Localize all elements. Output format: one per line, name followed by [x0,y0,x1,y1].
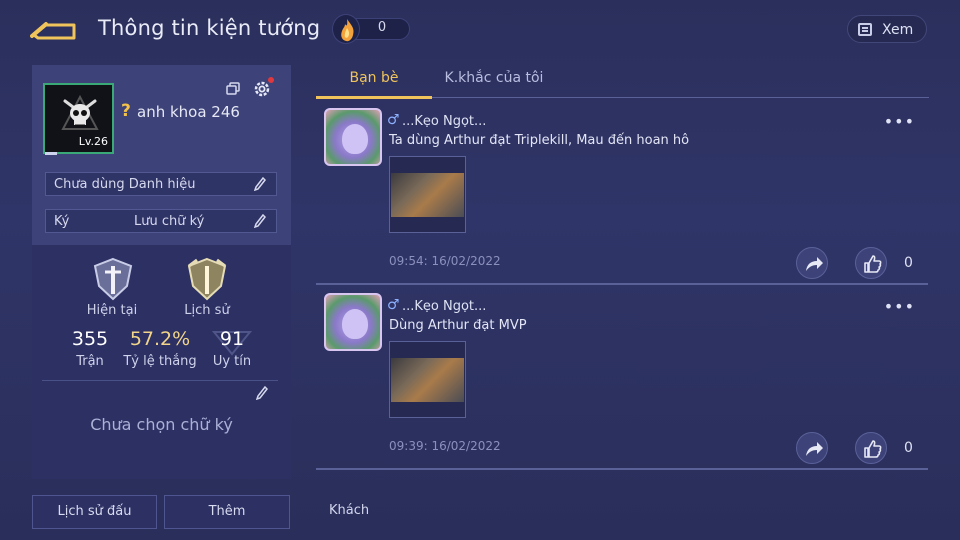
share-button[interactable] [796,247,828,279]
share-icon [806,257,823,271]
list-icon [858,23,872,36]
reputation-value: 91 [219,328,245,350]
post-timestamp: 09:39: 16/02/2022 [389,439,501,453]
back-button[interactable] [30,18,78,44]
reputation-label: Uy tín [212,354,252,369]
active-tab-indicator [316,96,432,99]
history-rank-label: Lịch sử [184,303,230,318]
post-avatar[interactable] [324,293,382,351]
post-text: Dùng Arthur đạt MVP [389,318,527,333]
matches-value: 355 [71,328,109,350]
history-rank-medal-icon[interactable] [185,256,229,302]
title-field-text: Chưa dùng Danh hiệu [54,177,196,192]
thumbs-up-icon [864,440,882,458]
tab-friends[interactable]: Bạn bè [316,70,432,98]
signature-label: Ký [54,214,70,229]
match-history-button[interactable]: Lịch sử đấu [32,495,157,529]
post-separator [316,468,928,470]
avatar[interactable]: Lv.26 [43,83,114,154]
like-count: 0 [904,440,913,456]
post-timestamp: 09:54: 16/02/2022 [389,254,501,268]
name-prefix-mark: ? [121,101,131,121]
male-icon: ♂ [387,112,400,128]
avatar-face [342,124,368,154]
post-avatar[interactable] [324,108,382,166]
signature-value: Lưu chữ ký [134,214,205,229]
title-field[interactable]: Chưa dùng Danh hiệu [45,172,277,196]
tab-divider [432,97,929,98]
current-rank-medal-icon[interactable] [91,256,135,302]
currency-value: 0 [377,20,387,35]
skull-emblem-icon [61,94,99,130]
current-rank-label: Hiện tại [86,303,138,318]
post-image[interactable] [389,156,466,233]
post-image-scene [391,173,464,217]
avatar-face [342,309,368,339]
post-text: Ta dùng Arthur đạt Triplekill, Mau đến h… [389,133,690,148]
post-image[interactable] [389,341,466,418]
post-menu-button[interactable]: ••• [884,297,915,316]
post-author[interactable]: ...Kẹo Ngọt... [402,114,486,129]
signature-placeholder: Chưa chọn chữ ký [90,415,233,434]
feed-post: ♂ ...Kẹo Ngọt... Dùng Arthur đạt MVP •••… [316,289,928,471]
copy-icon[interactable] [226,81,240,95]
view-button[interactable]: Xem [847,15,927,43]
guest-link[interactable]: Khách [329,503,369,518]
like-button[interactable] [855,432,887,464]
tab-my-moments[interactable]: K.khắc của tôi [432,70,556,98]
back-arrow-icon [30,22,76,40]
signature-field[interactable]: Ký Lưu chữ ký [45,209,277,233]
post-image-scene [391,358,464,402]
currency-display: 0 [328,14,410,44]
thumbs-up-icon [864,255,882,273]
avatar-indicator [45,152,57,155]
view-button-label: Xem [882,22,914,38]
post-menu-button[interactable]: ••• [884,112,915,131]
flame-icon [332,14,360,44]
more-button[interactable]: Thêm [164,495,290,529]
pencil-icon [254,177,266,191]
pencil-icon[interactable] [256,386,268,400]
like-button[interactable] [855,247,887,279]
level-badge: Lv.26 [78,135,108,148]
share-icon [806,442,823,456]
notification-dot [268,77,274,83]
share-button[interactable] [796,432,828,464]
win-rate-value: 57.2% [129,328,191,350]
page-title: Thông tin kiện tướng [98,16,321,40]
feed-post: ♂ ...Kẹo Ngọt... Ta dùng Arthur đạt Trip… [316,104,928,286]
post-author[interactable]: ...Kẹo Ngọt... [402,299,486,314]
like-count: 0 [904,255,913,271]
pencil-icon [254,214,266,228]
male-icon: ♂ [387,297,400,313]
post-separator [316,283,928,285]
player-name: anh khoa 246 [137,103,240,121]
divider [42,380,278,381]
